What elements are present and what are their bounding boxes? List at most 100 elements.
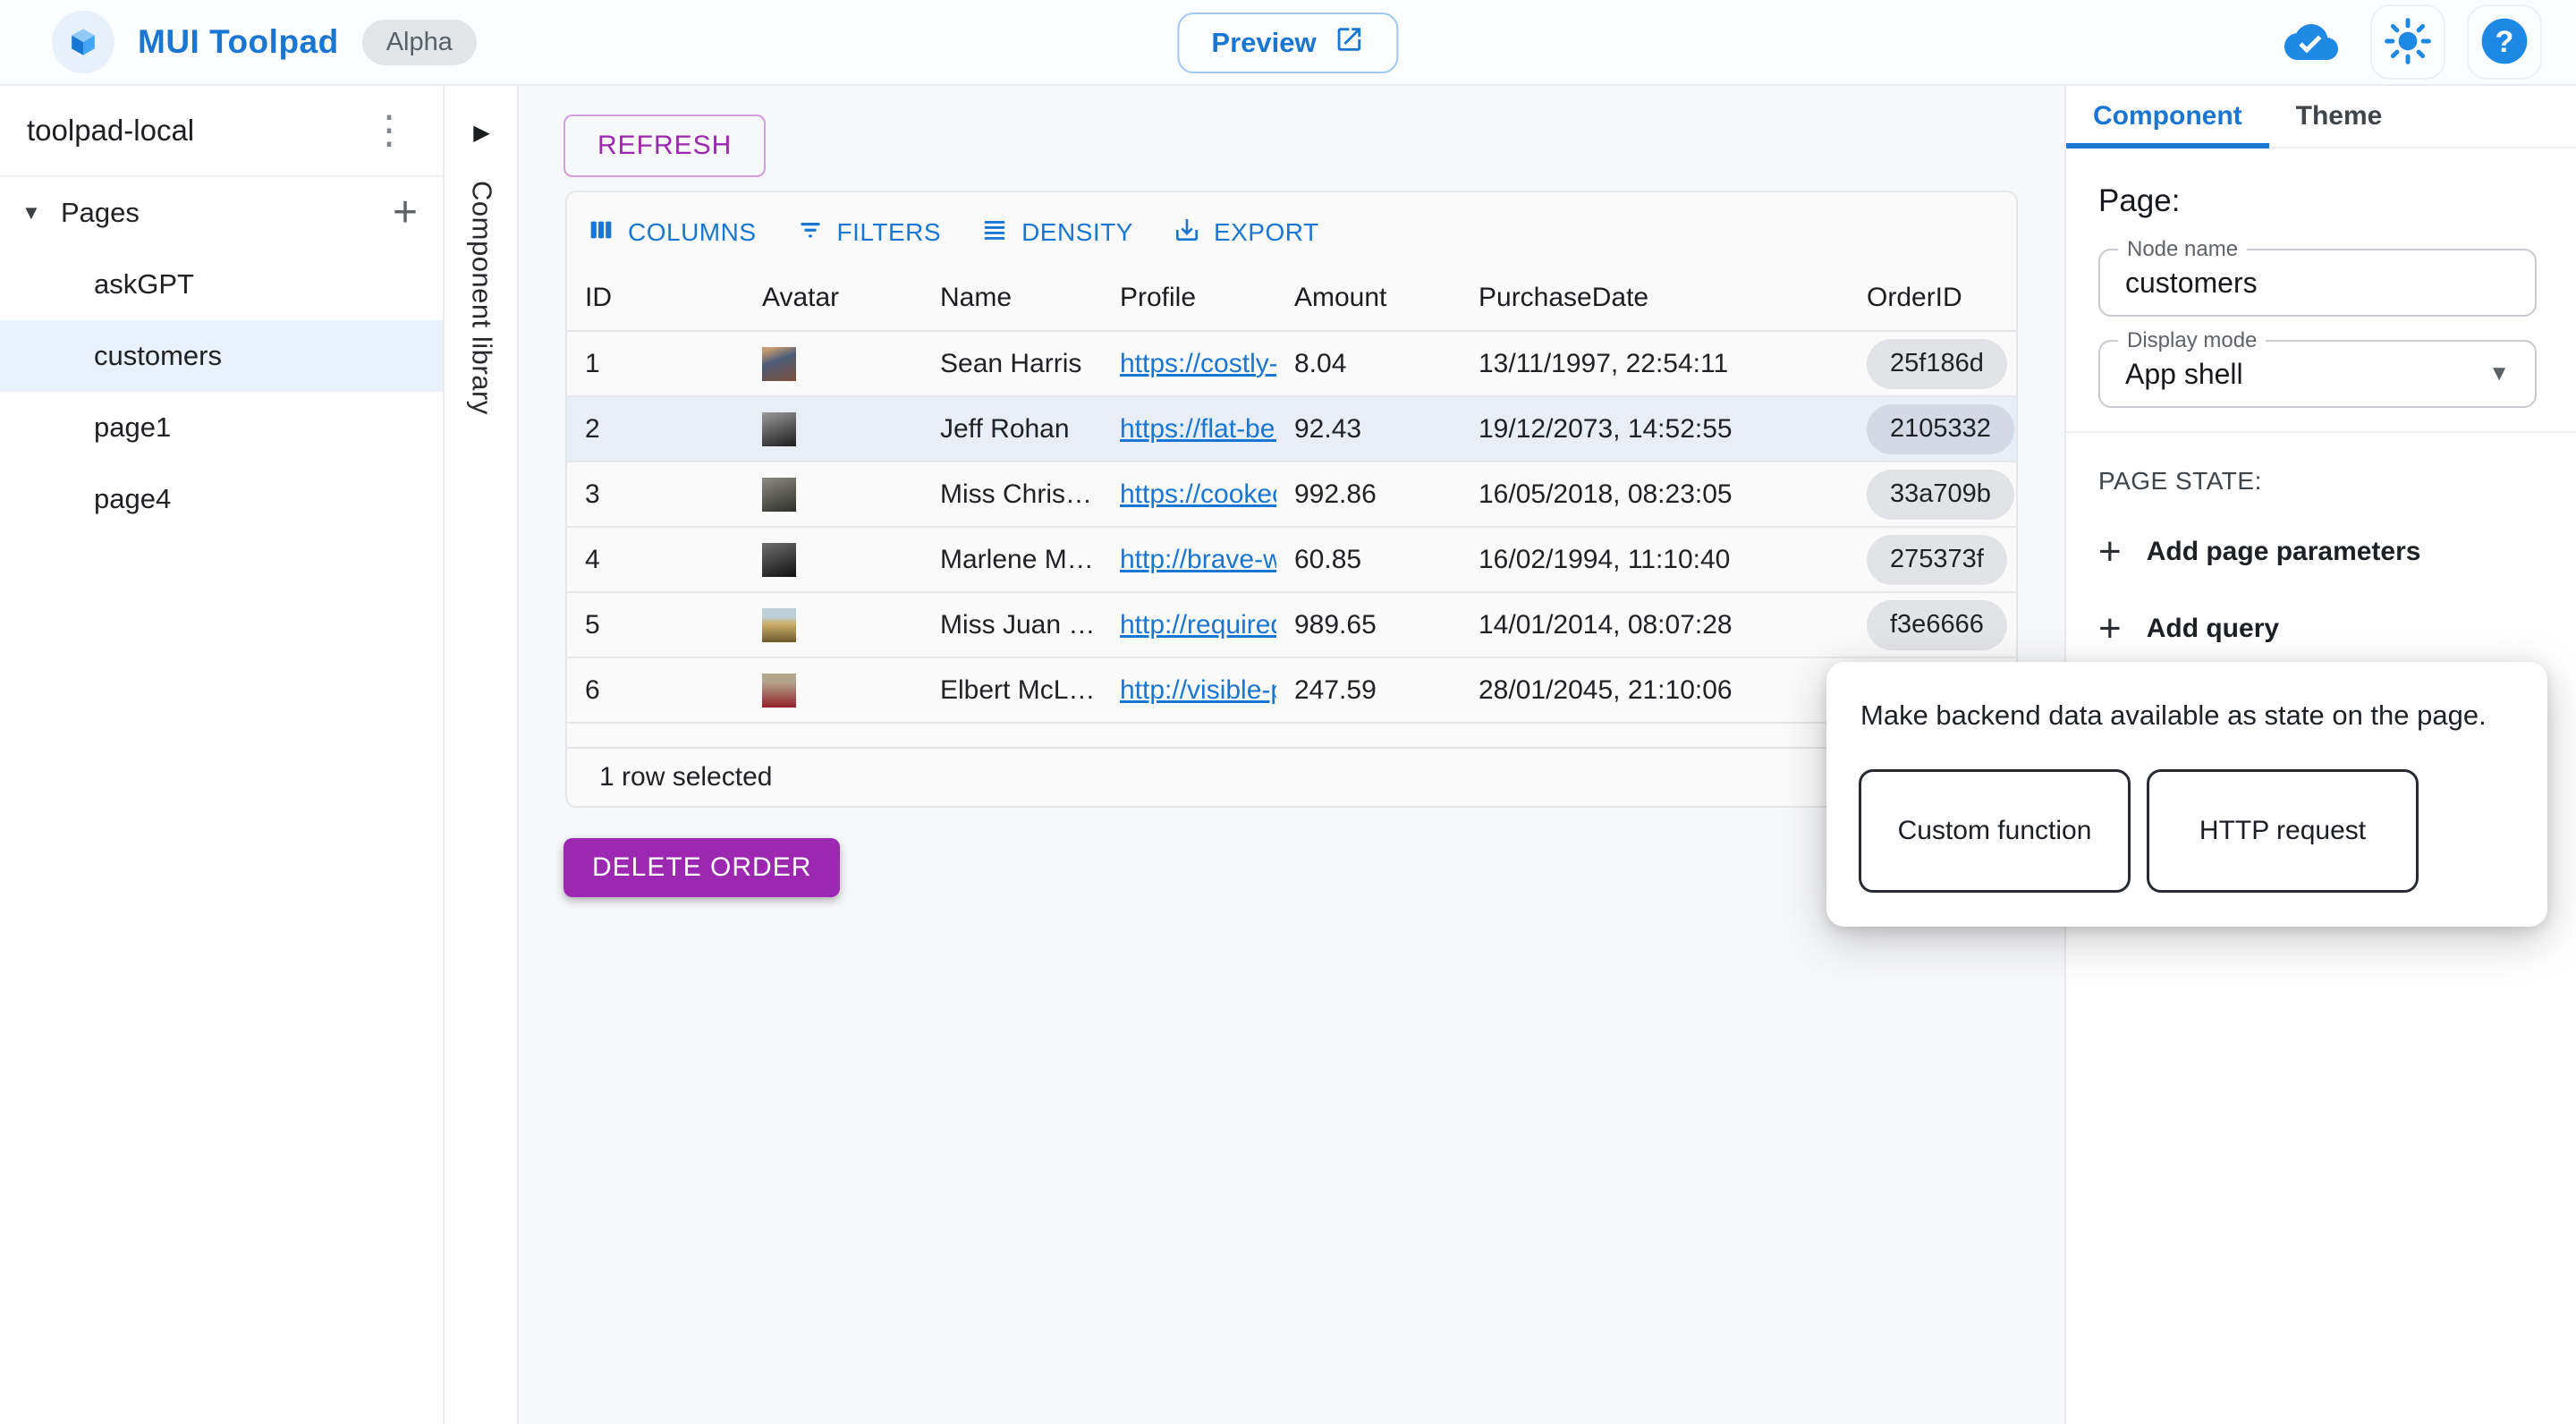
- cell-name: Marlene M…: [922, 545, 1102, 575]
- svg-text:?: ?: [2496, 25, 2514, 59]
- profile-link[interactable]: http://brave-w: [1120, 545, 1276, 575]
- table-row[interactable]: 6Elbert McL…http://visible-p247.5928/01/…: [567, 658, 2016, 724]
- cell-profile: http://visible-p: [1102, 675, 1276, 706]
- grid-toolbar: COLUMNS FILTERS DENSITY: [567, 192, 2016, 266]
- add-page-parameters-label: Add page parameters: [2147, 537, 2421, 567]
- popover-buttons: Custom function HTTP request: [1859, 769, 2419, 893]
- pages-label: Pages: [61, 197, 393, 229]
- cell-purchase-date: 19/12/2073, 14:52:55: [1461, 414, 1849, 445]
- cell-order-id: 2105332: [1849, 404, 2016, 454]
- sidebar-item-page1[interactable]: page1: [0, 392, 443, 463]
- table-row[interactable]: 2Jeff Rohanhttps://flat-bel92.4319/12/20…: [567, 397, 2016, 462]
- delete-order-button[interactable]: DELETE ORDER: [564, 838, 840, 897]
- order-chip: f3e6666: [1867, 600, 2007, 650]
- chevron-down-icon[interactable]: ▼: [21, 201, 61, 225]
- display-mode-select[interactable]: Display mode App shell ▼: [2098, 340, 2537, 408]
- page-state-label: PAGE STATE:: [2098, 467, 2537, 496]
- columns-label: COLUMNS: [628, 218, 757, 247]
- cell-amount: 989.65: [1276, 610, 1461, 640]
- cell-amount: 92.43: [1276, 414, 1461, 445]
- cell-purchase-date: 28/01/2045, 21:10:06: [1461, 675, 1849, 706]
- cell-amount: 60.85: [1276, 545, 1461, 575]
- cell-profile: http://brave-w: [1102, 545, 1276, 575]
- custom-function-button[interactable]: Custom function: [1859, 769, 2131, 893]
- preview-button[interactable]: Preview: [1177, 13, 1398, 73]
- popover-message: Make backend data available as state on …: [1860, 699, 2487, 732]
- profile-link[interactable]: https://flat-bel: [1120, 414, 1276, 445]
- node-name-field[interactable]: Node name customers: [2098, 249, 2537, 317]
- cell-order-id: f3e6666: [1849, 600, 2016, 650]
- density-button[interactable]: DENSITY: [980, 216, 1133, 250]
- column-header-profile[interactable]: Profile: [1102, 283, 1276, 313]
- http-request-button[interactable]: HTTP request: [2147, 769, 2419, 893]
- cell-profile: https://cookec: [1102, 479, 1276, 510]
- cell-avatar: [744, 347, 922, 381]
- theme-toggle-button[interactable]: [2370, 4, 2445, 80]
- filters-button[interactable]: FILTERS: [796, 216, 942, 250]
- table-row[interactable]: 4 Marlene M… http://brave-w60.8516/02/1994…: [567, 528, 2016, 593]
- add-query-label: Add query: [2147, 614, 2279, 644]
- grid-empty-space: [567, 724, 2016, 747]
- filters-label: FILTERS: [837, 218, 942, 247]
- open-in-new-icon: [1335, 24, 1365, 62]
- table-row[interactable]: 1Sean Harrishttps://costly-8.0413/11/199…: [567, 332, 2016, 397]
- tab-theme[interactable]: Theme: [2269, 86, 2410, 147]
- table-row[interactable]: 5Miss Juan …http://required989.6514/01/2…: [567, 593, 2016, 658]
- appbar-actions: ?: [2274, 4, 2576, 80]
- component-library-panel: ▶ Component library: [446, 86, 519, 1424]
- grid-header-row: IDAvatarNameProfileAmountPurchaseDateOrd…: [567, 266, 2016, 332]
- density-icon: [980, 216, 1009, 250]
- page-heading: Page:: [2098, 182, 2537, 220]
- download-icon: [1173, 216, 1201, 250]
- pages-sidebar: toolpad-local ⋮ ▼ Pages + askGPTcustomer…: [0, 86, 445, 1424]
- column-header-amount[interactable]: Amount: [1276, 283, 1461, 313]
- node-name-label: Node name: [2118, 237, 2247, 262]
- export-button[interactable]: EXPORT: [1173, 216, 1319, 250]
- data-grid: COLUMNS FILTERS DENSITY: [565, 191, 2018, 808]
- sidebar-item-askGPT[interactable]: askGPT: [0, 249, 443, 320]
- project-menu-button[interactable]: ⋮: [357, 111, 421, 150]
- sidebar-item-customers[interactable]: customers: [0, 320, 443, 392]
- add-query-button[interactable]: + Add query: [2098, 614, 2537, 644]
- project-header: toolpad-local ⋮: [0, 86, 443, 177]
- order-chip: 275373f: [1867, 535, 2007, 585]
- profile-link[interactable]: http://visible-p: [1120, 675, 1276, 706]
- cell-order-id: 275373f: [1849, 535, 2016, 585]
- expand-panel-icon[interactable]: ▶: [446, 120, 517, 146]
- table-row[interactable]: 3Miss Chris…https://cookec992.8616/05/20…: [567, 462, 2016, 528]
- column-header-purchasedate[interactable]: PurchaseDate: [1461, 283, 1849, 313]
- column-header-name[interactable]: Name: [922, 283, 1102, 313]
- avatar-image: [762, 478, 796, 512]
- cell-name: Jeff Rohan: [922, 414, 1102, 445]
- help-icon: ?: [2479, 15, 2530, 70]
- filter-icon: [796, 216, 825, 250]
- column-header-orderid[interactable]: OrderID: [1849, 283, 2016, 313]
- profile-link[interactable]: http://required: [1120, 610, 1276, 640]
- cell-profile: http://required: [1102, 610, 1276, 640]
- cell-order-id: 33a709b: [1849, 470, 2016, 520]
- add-page-parameters-button[interactable]: + Add page parameters: [2098, 537, 2537, 567]
- app-bar: MUI Toolpad Alpha Preview: [0, 0, 2576, 86]
- column-header-avatar[interactable]: Avatar: [744, 283, 922, 313]
- help-button[interactable]: ?: [2467, 4, 2542, 80]
- refresh-button[interactable]: REFRESH: [564, 114, 766, 177]
- inspector-tabs: Component Theme: [2066, 86, 2576, 148]
- cell-name: Sean Harris: [922, 349, 1102, 379]
- columns-button[interactable]: COLUMNS: [587, 216, 757, 250]
- pages-list: askGPTcustomerspage1page4: [0, 249, 443, 535]
- profile-link[interactable]: https://cookec: [1120, 479, 1276, 510]
- profile-link[interactable]: https://costly-: [1120, 349, 1276, 379]
- cell-purchase-date: 16/02/1994, 11:10:40: [1461, 545, 1849, 575]
- component-library-label: Component library: [466, 181, 498, 415]
- cell-profile: https://flat-bel: [1102, 414, 1276, 445]
- alpha-badge: Alpha: [362, 20, 477, 65]
- chevron-down-icon: ▼: [2488, 361, 2510, 386]
- cell-amount: 8.04: [1276, 349, 1461, 379]
- avatar-image: [762, 674, 796, 708]
- column-header-id[interactable]: ID: [567, 283, 744, 313]
- grid-footer: 1 row selected: [567, 747, 2016, 806]
- sidebar-item-page4[interactable]: page4: [0, 463, 443, 535]
- project-name: toolpad-local: [27, 114, 194, 148]
- tab-component[interactable]: Component: [2066, 86, 2269, 147]
- cell-id: 4: [567, 545, 744, 575]
